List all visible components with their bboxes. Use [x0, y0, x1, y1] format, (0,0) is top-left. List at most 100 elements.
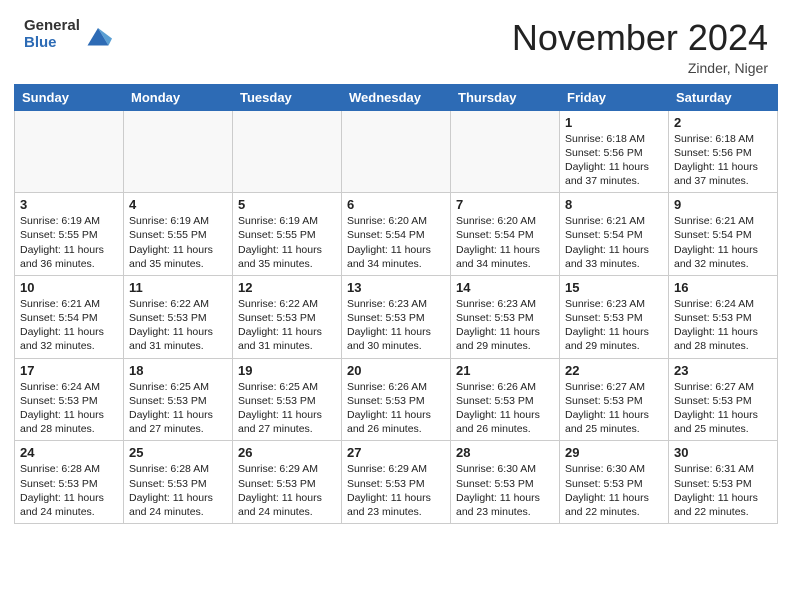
day-info: Sunrise: 6:21 AMSunset: 5:54 PMDaylight:… — [674, 214, 772, 271]
day-info: Sunrise: 6:18 AMSunset: 5:56 PMDaylight:… — [565, 132, 663, 189]
day-info: Sunrise: 6:30 AMSunset: 5:53 PMDaylight:… — [565, 462, 663, 519]
day-info: Sunrise: 6:24 AMSunset: 5:53 PMDaylight:… — [20, 380, 118, 437]
day-info: Sunrise: 6:21 AMSunset: 5:54 PMDaylight:… — [20, 297, 118, 354]
day-info: Sunrise: 6:21 AMSunset: 5:54 PMDaylight:… — [565, 214, 663, 271]
day-cell: 19Sunrise: 6:25 AMSunset: 5:53 PMDayligh… — [233, 358, 342, 441]
logo-icon — [84, 21, 112, 49]
day-info: Sunrise: 6:29 AMSunset: 5:53 PMDaylight:… — [347, 462, 445, 519]
day-info: Sunrise: 6:18 AMSunset: 5:56 PMDaylight:… — [674, 132, 772, 189]
day-cell: 5 Sunrise: 6:19 AMSunset: 5:55 PMDaylight… — [233, 193, 342, 276]
day-info: Sunrise: 6:20 AMSunset: 5:54 PMDaylight:… — [456, 214, 554, 271]
day-info: Sunrise: 6:23 AMSunset: 5:53 PMDaylight:… — [565, 297, 663, 354]
day-number: 20 — [347, 363, 445, 378]
day-cell — [233, 110, 342, 193]
day-cell: 29 Sunrise: 6:30 AMSunset: 5:53 PMDayligh… — [560, 441, 669, 524]
day-cell: 22 Sunrise: 6:27 AMSunset: 5:53 PMDayligh… — [560, 358, 669, 441]
day-info: Sunrise: 6:19 AMSunset: 5:55 PMDaylight:… — [238, 214, 336, 271]
day-number: 7 — [456, 197, 554, 212]
day-number: 3 — [20, 197, 118, 212]
day-number: 6 — [347, 197, 445, 212]
day-info: Sunrise: 6:29 AMSunset: 5:53 PMDaylight:… — [238, 462, 336, 519]
day-cell — [451, 110, 560, 193]
day-info: Sunrise: 6:27 AMSunset: 5:53 PMDaylight:… — [674, 380, 772, 437]
title-block: November 2024 Zinder, Niger — [512, 18, 768, 76]
day-info: Sunrise: 6:28 AMSunset: 5:53 PMDaylight:… — [129, 462, 227, 519]
day-info: Sunrise: 6:19 AMSunset: 5:55 PMDaylight:… — [129, 214, 227, 271]
day-cell: 16 Sunrise: 6:24 AMSunset: 5:53 PMDayligh… — [669, 275, 778, 358]
day-info: Sunrise: 6:26 AMSunset: 5:53 PMDaylight:… — [347, 380, 445, 437]
week-row-5: 24 Sunrise: 6:28 AMSunset: 5:53 PMDayligh… — [15, 441, 778, 524]
day-number: 11 — [129, 280, 227, 295]
day-info: Sunrise: 6:23 AMSunset: 5:53 PMDaylight:… — [456, 297, 554, 354]
day-number: 14 — [456, 280, 554, 295]
day-cell: 14 Sunrise: 6:23 AMSunset: 5:53 PMDayligh… — [451, 275, 560, 358]
day-info: Sunrise: 6:28 AMSunset: 5:53 PMDaylight:… — [20, 462, 118, 519]
day-info: Sunrise: 6:22 AMSunset: 5:53 PMDaylight:… — [238, 297, 336, 354]
day-cell: 18 Sunrise: 6:25 AMSunset: 5:53 PMDayligh… — [124, 358, 233, 441]
day-info: Sunrise: 6:27 AMSunset: 5:53 PMDaylight:… — [565, 380, 663, 437]
day-cell: 27 Sunrise: 6:29 AMSunset: 5:53 PMDayligh… — [342, 441, 451, 524]
day-number: 8 — [565, 197, 663, 212]
day-cell: 12 Sunrise: 6:22 AMSunset: 5:53 PMDayligh… — [233, 275, 342, 358]
page: General Blue November 2024 Zinder, Niger… — [0, 0, 792, 612]
day-cell — [124, 110, 233, 193]
day-number: 18 — [129, 363, 227, 378]
day-number: 2 — [674, 115, 772, 130]
day-number: 23 — [674, 363, 772, 378]
day-number: 1 — [565, 115, 663, 130]
week-row-4: 17 Sunrise: 6:24 AMSunset: 5:53 PMDayligh… — [15, 358, 778, 441]
day-info: Sunrise: 6:26 AMSunset: 5:53 PMDaylight:… — [456, 380, 554, 437]
day-number: 24 — [20, 445, 118, 460]
day-number: 29 — [565, 445, 663, 460]
day-number: 15 — [565, 280, 663, 295]
day-info: Sunrise: 6:30 AMSunset: 5:53 PMDaylight:… — [456, 462, 554, 519]
day-cell: 6Sunrise: 6:20 AMSunset: 5:54 PMDaylight… — [342, 193, 451, 276]
day-cell: 11Sunrise: 6:22 AMSunset: 5:53 PMDayligh… — [124, 275, 233, 358]
day-number: 30 — [674, 445, 772, 460]
day-cell: 17 Sunrise: 6:24 AMSunset: 5:53 PMDayligh… — [15, 358, 124, 441]
day-number: 12 — [238, 280, 336, 295]
day-cell: 28Sunrise: 6:30 AMSunset: 5:53 PMDayligh… — [451, 441, 560, 524]
day-cell: 1 Sunrise: 6:18 AMSunset: 5:56 PMDaylight… — [560, 110, 669, 193]
logo: General Blue — [24, 18, 112, 51]
day-cell: 20 Sunrise: 6:26 AMSunset: 5:53 PMDayligh… — [342, 358, 451, 441]
calendar-wrap: SundayMondayTuesdayWednesdayThursdayFrid… — [0, 84, 792, 538]
day-number: 21 — [456, 363, 554, 378]
col-header-wednesday: Wednesday — [342, 84, 451, 110]
location: Zinder, Niger — [512, 60, 768, 76]
day-number: 27 — [347, 445, 445, 460]
calendar-body: 1 Sunrise: 6:18 AMSunset: 5:56 PMDaylight… — [15, 110, 778, 523]
header: General Blue November 2024 Zinder, Niger — [0, 0, 792, 84]
day-cell: 2 Sunrise: 6:18 AMSunset: 5:56 PMDaylight… — [669, 110, 778, 193]
day-info: Sunrise: 6:31 AMSunset: 5:53 PMDaylight:… — [674, 462, 772, 519]
calendar-table: SundayMondayTuesdayWednesdayThursdayFrid… — [14, 84, 778, 524]
day-cell — [342, 110, 451, 193]
week-row-1: 1 Sunrise: 6:18 AMSunset: 5:56 PMDaylight… — [15, 110, 778, 193]
month-title: November 2024 — [512, 18, 768, 58]
day-number: 22 — [565, 363, 663, 378]
day-cell: 10Sunrise: 6:21 AMSunset: 5:54 PMDayligh… — [15, 275, 124, 358]
col-header-saturday: Saturday — [669, 84, 778, 110]
day-number: 4 — [129, 197, 227, 212]
day-cell: 23 Sunrise: 6:27 AMSunset: 5:53 PMDayligh… — [669, 358, 778, 441]
day-cell: 25 Sunrise: 6:28 AMSunset: 5:53 PMDayligh… — [124, 441, 233, 524]
day-cell — [15, 110, 124, 193]
day-info: Sunrise: 6:19 AMSunset: 5:55 PMDaylight:… — [20, 214, 118, 271]
day-cell: 4 Sunrise: 6:19 AMSunset: 5:55 PMDaylight… — [124, 193, 233, 276]
logo-blue-text: Blue — [24, 34, 57, 51]
day-cell: 24 Sunrise: 6:28 AMSunset: 5:53 PMDayligh… — [15, 441, 124, 524]
day-number: 5 — [238, 197, 336, 212]
day-info: Sunrise: 6:24 AMSunset: 5:53 PMDaylight:… — [674, 297, 772, 354]
day-number: 25 — [129, 445, 227, 460]
day-cell: 13Sunrise: 6:23 AMSunset: 5:53 PMDayligh… — [342, 275, 451, 358]
day-number: 19 — [238, 363, 336, 378]
header-row: SundayMondayTuesdayWednesdayThursdayFrid… — [15, 84, 778, 110]
day-number: 17 — [20, 363, 118, 378]
day-number: 16 — [674, 280, 772, 295]
day-number: 9 — [674, 197, 772, 212]
day-number: 13 — [347, 280, 445, 295]
week-row-2: 3 Sunrise: 6:19 AMSunset: 5:55 PMDaylight… — [15, 193, 778, 276]
day-cell: 8 Sunrise: 6:21 AMSunset: 5:54 PMDaylight… — [560, 193, 669, 276]
day-info: Sunrise: 6:25 AMSunset: 5:53 PMDaylight:… — [129, 380, 227, 437]
week-row-3: 10Sunrise: 6:21 AMSunset: 5:54 PMDayligh… — [15, 275, 778, 358]
